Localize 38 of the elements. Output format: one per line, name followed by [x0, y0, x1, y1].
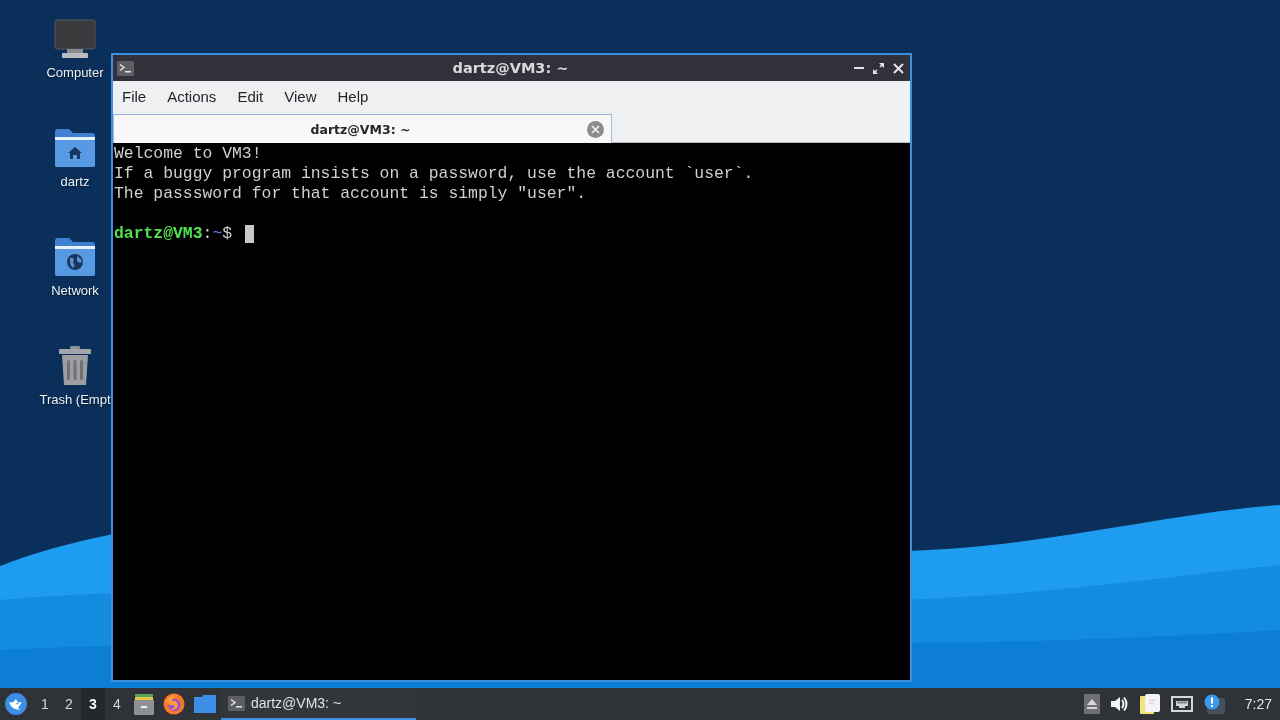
workspace-button[interactable]: 1 [33, 688, 57, 720]
workspace-button[interactable]: 4 [105, 688, 129, 720]
volume-icon[interactable] [1110, 696, 1129, 712]
terminal-tab[interactable]: dartz@VM3: ~ [113, 114, 612, 143]
restore-icon[interactable] [873, 62, 884, 74]
close-icon[interactable] [893, 62, 904, 74]
globe-folder-icon[interactable] [54, 237, 96, 277]
eject-icon[interactable] [1083, 694, 1100, 714]
terminal-line: Welcome to VM3! [114, 144, 262, 164]
terminal-line: The passsword for that account is simply "user". [114, 184, 587, 204]
menu-item[interactable]: Help [337, 87, 369, 106]
pages-icon[interactable] [1139, 694, 1160, 714]
ethernet-port-icon[interactable] [1170, 696, 1193, 712]
desktop-icon-label[interactable]: Trash (Empt [39, 392, 111, 408]
workspace-button[interactable]: 3 [81, 688, 105, 720]
terminal-line: If a buggy program insists on a password, use the account `user`. [114, 164, 754, 184]
menu-item[interactable]: File [122, 87, 147, 106]
menu-item[interactable]: View [284, 87, 317, 106]
desktop-icon-label[interactable]: dartz [60, 174, 90, 190]
bird-logo-icon[interactable] [5, 693, 27, 715]
flame-globe-icon[interactable] [163, 693, 185, 715]
terminal-icon [228, 695, 245, 711]
menu-item[interactable]: Edit [237, 87, 264, 106]
desktop-icon-label[interactable]: Computer [46, 65, 104, 81]
workspace-button[interactable]: 2 [57, 688, 81, 720]
text-cursor [245, 225, 255, 243]
task-button[interactable]: dartz@VM3: ~ [221, 688, 416, 720]
home-folder-icon[interactable] [54, 128, 96, 168]
desktop-icon-label[interactable]: Network [51, 283, 99, 299]
terminal-icon [117, 60, 134, 76]
clock: 7:27 [1244, 696, 1272, 712]
monitor-icon[interactable] [54, 19, 96, 59]
folder-icon[interactable] [194, 695, 216, 713]
alert-icon[interactable] [1203, 694, 1225, 714]
shell-prompt: dartz@VM3:~$ [114, 224, 233, 244]
window-title: dartz@VM3: ~ [452, 60, 569, 76]
menu-item[interactable]: Actions [167, 87, 217, 106]
file-cabinet-icon[interactable] [134, 693, 154, 715]
